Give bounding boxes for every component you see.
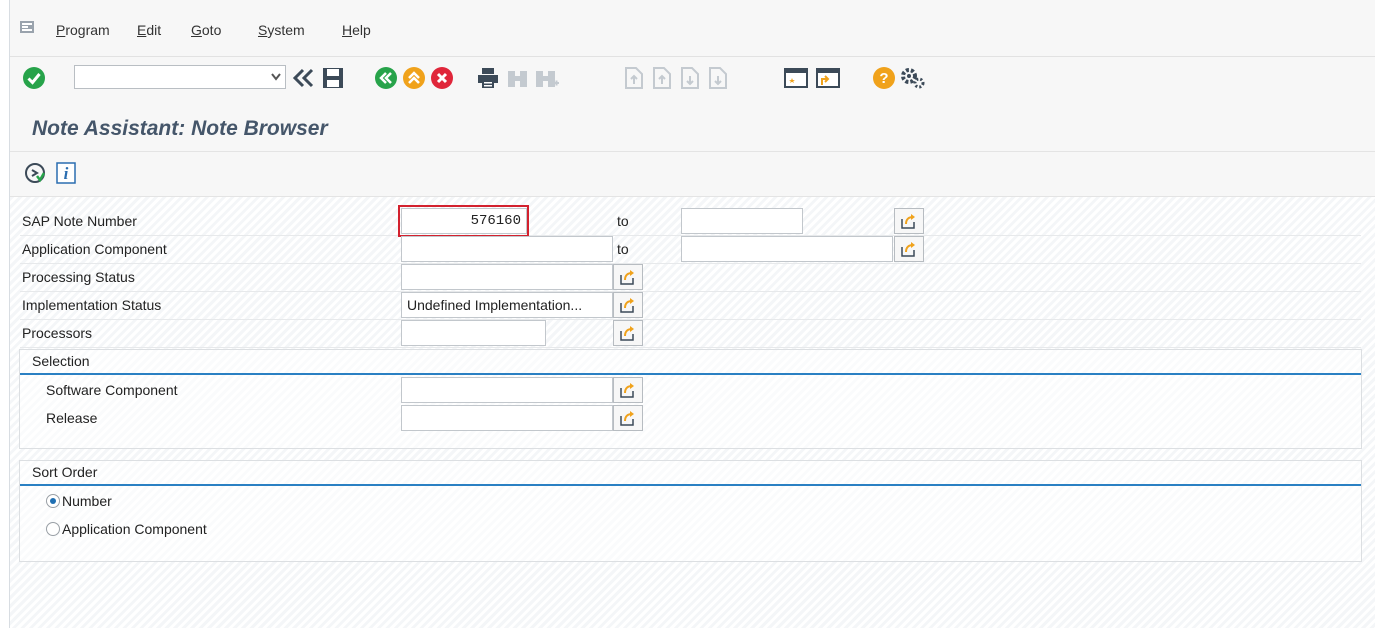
menu-edit[interactable]: Edit [137,22,161,38]
multiple-selection-icon [620,270,634,285]
svg-text:i: i [64,164,69,183]
multiple-selection-button[interactable] [894,236,924,262]
row-divider [20,291,1361,292]
execute-icon[interactable] [24,162,46,184]
multiple-selection-button[interactable] [613,320,643,346]
enter-check-icon[interactable] [22,66,46,90]
create-session-icon[interactable] [784,67,810,89]
label-sap-note-number: SAP Note Number [22,213,137,229]
shortcut-icon[interactable] [816,67,842,89]
help-icon[interactable]: ? [872,66,896,90]
processors-field[interactable] [401,320,546,346]
row-divider [20,319,1361,320]
label-to: to [617,241,629,257]
multiple-selection-icon [620,383,634,398]
svg-text:?: ? [879,70,888,87]
radio-label: Number [62,493,112,509]
menu-program[interactable]: Program [56,22,110,38]
multiple-selection-button[interactable] [613,405,643,431]
multiple-selection-button[interactable] [613,292,643,318]
release-field[interactable] [401,405,613,431]
find-icon[interactable] [506,67,530,89]
menu-icon[interactable] [20,21,34,33]
label-application-component: Application Component [22,241,167,257]
processing-status-field[interactable] [401,264,613,290]
standard-toolbar: ? [10,57,1375,107]
chevron-down-icon[interactable] [271,73,281,81]
software-component-field[interactable] [401,377,613,403]
label-to: to [617,213,629,229]
page-title: Note Assistant: Note Browser [32,117,328,140]
multiple-selection-icon [620,411,634,426]
first-page-icon[interactable] [622,67,646,89]
radio-dot [50,498,56,504]
group-divider [20,373,1361,375]
multiple-selection-button[interactable] [613,377,643,403]
last-page-icon[interactable] [706,67,730,89]
back-icon[interactable] [374,66,398,90]
customize-layout-icon[interactable] [900,66,926,90]
menu-goto[interactable]: Goto [191,22,221,38]
implementation-status-field[interactable]: Undefined Implementation... [401,292,613,318]
group-divider [20,484,1361,486]
find-next-icon[interactable] [534,67,560,89]
cancel-icon[interactable] [430,66,454,90]
row-divider [20,263,1361,264]
label-processing-status: Processing Status [22,269,135,285]
next-page-icon[interactable] [678,67,702,89]
save-icon[interactable] [322,67,344,89]
menu-system[interactable]: System [258,22,305,38]
command-field[interactable] [74,65,286,89]
print-icon[interactable] [476,66,500,90]
label-release: Release [46,410,98,426]
sort-order-group-title: Sort Order [32,464,98,480]
menu-help[interactable]: Help [342,22,371,38]
selection-group: Selection Software Component Release [19,349,1362,449]
radio-application-component[interactable]: Application Component [46,521,207,537]
back-double-arrow-icon[interactable] [292,68,316,88]
label-processors: Processors [22,325,93,341]
multiple-selection-icon [620,298,634,313]
command-input[interactable] [79,67,263,89]
label-implementation-status: Implementation Status [22,297,162,313]
application-toolbar: i [10,152,1375,197]
window-edge [0,0,10,628]
radio-button[interactable] [46,522,60,536]
multiple-selection-icon [901,214,915,229]
row-divider [20,347,1361,348]
selection-screen: SAP Note Number to Application Component… [10,197,1375,628]
previous-page-icon[interactable] [650,67,674,89]
information-icon[interactable]: i [56,162,76,184]
multiple-selection-icon [620,326,634,341]
exit-icon[interactable] [402,66,426,90]
label-software-component: Software Component [46,382,178,398]
multiple-selection-button[interactable] [894,208,924,234]
sap-note-number-to-field[interactable] [681,208,803,234]
highlight-box [398,205,529,237]
selection-group-title: Selection [32,353,90,369]
radio-button-selected[interactable] [46,494,60,508]
multiple-selection-button[interactable] [613,264,643,290]
sort-order-group: Sort Order Number Application Component [19,460,1362,562]
multiple-selection-icon [901,242,915,257]
application-component-to-field[interactable] [681,236,893,262]
radio-label: Application Component [62,521,207,537]
application-component-from-field[interactable] [401,236,613,262]
title-bar: Note Assistant: Note Browser [10,107,1375,152]
radio-number[interactable]: Number [46,493,112,509]
menu-bar: Program Edit Goto System Help [10,0,1375,57]
